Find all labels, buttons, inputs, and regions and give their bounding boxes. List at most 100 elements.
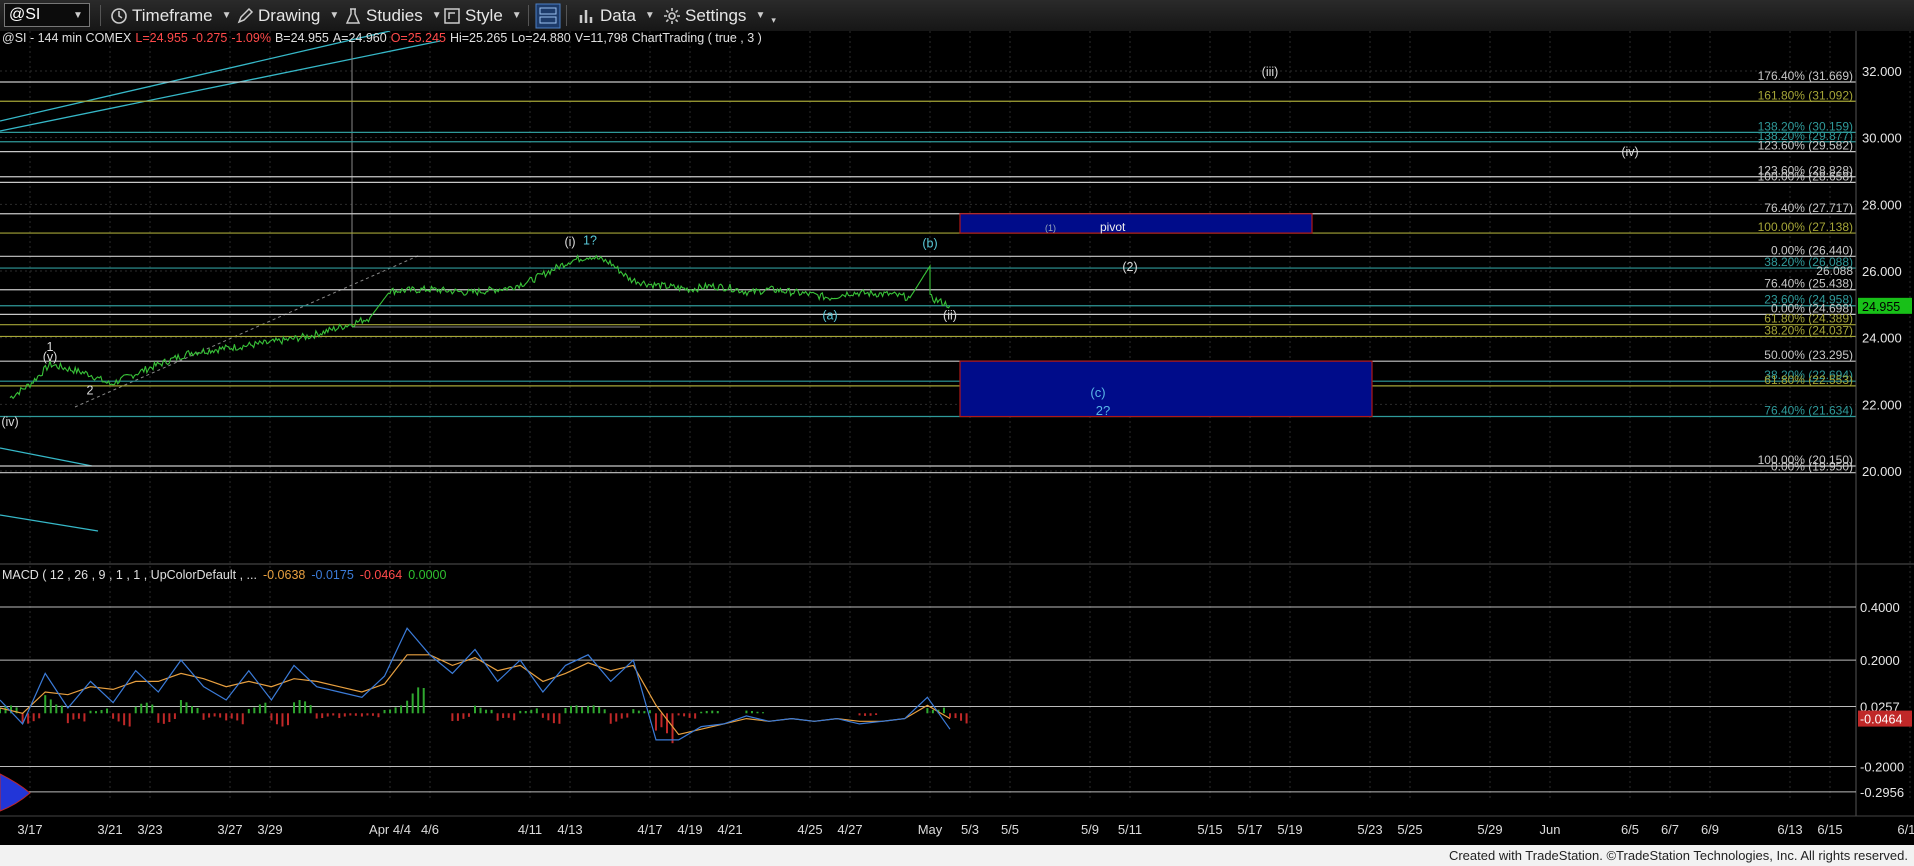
- style-label: Style: [465, 5, 503, 25]
- macd-tick-label: -0.2000: [1860, 759, 1904, 774]
- volume: V=11,798: [575, 31, 628, 45]
- x-tick-label: 5/25: [1397, 822, 1422, 837]
- high-price: Hi=25.265: [450, 31, 507, 45]
- wave-label: (ii): [943, 308, 957, 322]
- y-tick-label: 30.000: [1862, 131, 1902, 146]
- data-label: Data: [600, 5, 636, 25]
- x-tick-label: 3/27: [217, 822, 242, 837]
- last-price-tag-label: 24.955: [1862, 300, 1900, 314]
- flask-icon: [345, 7, 361, 24]
- style-button[interactable]: Style ▼: [443, 0, 522, 31]
- symbol-selector[interactable]: @SI ▼: [4, 3, 90, 27]
- macd-last-tag-label: -0.0464: [1860, 713, 1902, 727]
- fib-label: 76.40% (27.717): [1764, 201, 1853, 215]
- macd-title: MACD ( 12 , 26 , 9 , 1 , 1 , UpColorDefa…: [2, 568, 257, 582]
- x-tick-label: 6/5: [1621, 822, 1639, 837]
- low-price: Lo=24.880: [511, 31, 570, 45]
- chevron-down-icon: ▼: [431, 10, 442, 21]
- wave-label: (b): [922, 237, 937, 251]
- macd-tick-label: 0.4000: [1860, 600, 1900, 615]
- fib-label: 123.60% (29.582): [1758, 139, 1853, 153]
- x-tick-label: 6/13: [1777, 822, 1802, 837]
- wave-label: (iii): [1262, 65, 1279, 79]
- x-tick-label: 6/19: [1897, 822, 1914, 837]
- symbol-info: @SI - 144 min COMEX: [2, 31, 132, 45]
- x-tick-label: 3/17: [17, 822, 42, 837]
- more-icon: ▾: [771, 15, 776, 25]
- toolbar-divider: [528, 5, 529, 26]
- box-label: 2?: [1096, 403, 1110, 418]
- wave-label: (i): [564, 235, 575, 249]
- macd-readout-1: -0.0638: [263, 568, 305, 582]
- x-tick-label: Apr 4/4: [369, 822, 411, 837]
- macd-tick-label: 0.2000: [1860, 653, 1900, 668]
- wave-label: 2: [87, 383, 94, 397]
- y-tick-label: 26.000: [1862, 264, 1902, 279]
- studies-label: Studies: [366, 5, 423, 25]
- ask-price: A=24.960: [333, 31, 387, 45]
- x-tick-label: 4/27: [837, 822, 862, 837]
- box-label: (1): [1045, 223, 1056, 233]
- net-change: -0.275: [192, 31, 227, 45]
- box-label: (c): [1090, 385, 1105, 400]
- symbol-value: @SI: [9, 6, 41, 23]
- fib-label: 176.40% (31.669): [1758, 69, 1853, 83]
- macd-readout-2: -0.0175: [311, 568, 353, 582]
- layout-button[interactable]: [535, 0, 565, 31]
- y-tick-label: 22.000: [1862, 397, 1902, 412]
- macd-tick-label: -0.2956: [1860, 785, 1904, 800]
- wave-label: (v): [43, 350, 58, 364]
- bid-price: B=24.955: [275, 31, 329, 45]
- fib-label: 100.00% (27.138): [1758, 220, 1853, 234]
- chevron-down-icon: ▼: [755, 10, 766, 21]
- toolbar-divider: [100, 5, 101, 26]
- pencil-icon: [237, 7, 254, 23]
- data-button[interactable]: Data ▼: [578, 0, 655, 31]
- x-tick-label: 3/21: [97, 822, 122, 837]
- x-tick-label: 6/15: [1817, 822, 1842, 837]
- x-tick-label: 5/17: [1237, 822, 1262, 837]
- x-tick-label: 5/29: [1477, 822, 1502, 837]
- fib-label: 76.40% (21.634): [1764, 404, 1853, 418]
- y-tick-label: 28.000: [1862, 197, 1902, 212]
- open-price: O=25.245: [391, 31, 446, 45]
- style-icon: [444, 7, 460, 24]
- fib-label: 61.80% (22.553): [1764, 373, 1853, 387]
- x-tick-label: May: [918, 822, 943, 837]
- fib-label: 100.00% (28.658): [1758, 169, 1853, 183]
- wave-label: (2): [1122, 260, 1137, 274]
- drawing-button[interactable]: Drawing ▼: [236, 0, 339, 31]
- x-tick-label: 4/21: [717, 822, 742, 837]
- studies-button[interactable]: Studies ▼: [344, 0, 442, 31]
- wave-label: (iv): [1621, 145, 1638, 159]
- timeframe-button[interactable]: Timeframe ▼: [110, 0, 232, 31]
- fib-label: 38.20% (24.037): [1764, 323, 1853, 337]
- price-chart[interactable]: 176.40% (31.669)161.80% (31.092)138.20% …: [0, 31, 1914, 845]
- wave-label: 1?: [583, 233, 597, 247]
- macd-header: MACD ( 12 , 26 , 9 , 1 , 1 , UpColorDefa…: [2, 568, 446, 582]
- last-price: L=24.955: [135, 31, 188, 45]
- y-tick-label: 20.000: [1862, 464, 1902, 479]
- toolbar-divider: [566, 5, 567, 26]
- x-tick-label: 4/19: [677, 822, 702, 837]
- bar-chart-icon: [579, 9, 593, 23]
- x-tick-label: 3/29: [257, 822, 282, 837]
- x-tick-label: 5/23: [1357, 822, 1382, 837]
- fib-label: 76.40% (25.438): [1764, 277, 1853, 291]
- x-tick-label: 5/5: [1001, 822, 1019, 837]
- chevron-down-icon[interactable]: ▼: [69, 6, 87, 24]
- drawing-label: Drawing: [258, 5, 321, 25]
- wave-label: (a): [822, 308, 837, 322]
- study-info: ChartTrading ( true , 3 ): [632, 31, 762, 45]
- box-target: [959, 360, 1373, 418]
- x-tick-label: 5/15: [1197, 822, 1222, 837]
- gear-icon: [664, 7, 680, 24]
- fib-label: 50.00% (23.295): [1764, 348, 1853, 362]
- chevron-down-icon: ▼: [511, 10, 522, 21]
- chevron-down-icon: ▼: [221, 10, 232, 21]
- box-label: pivot: [1100, 220, 1126, 234]
- x-tick-label: 4/25: [797, 822, 822, 837]
- fib-label: 0.00% (19.950): [1771, 460, 1853, 474]
- x-tick-label: 5/3: [961, 822, 979, 837]
- settings-button[interactable]: Settings ▼ ▾: [663, 0, 776, 31]
